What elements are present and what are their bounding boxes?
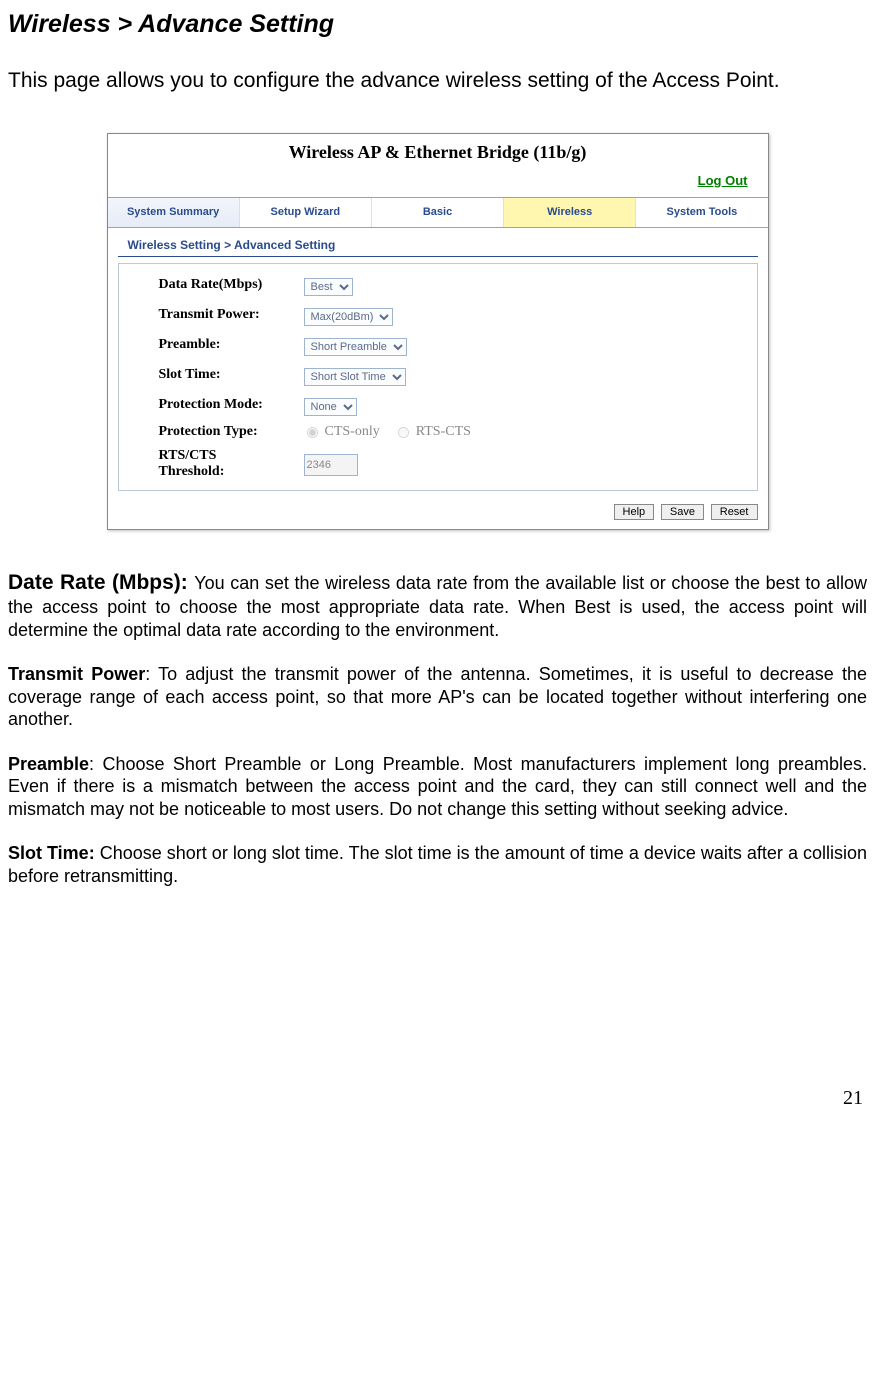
protection-mode-select[interactable]: None (304, 398, 357, 416)
preamble-select[interactable]: Short Preamble (304, 338, 407, 356)
page-title: Wireless > Advance Setting (8, 10, 867, 39)
tab-label: Wireless (547, 206, 592, 218)
breadcrumb: Wireless Setting > Advanced Setting (118, 228, 758, 257)
settings-form: Data Rate(Mbps) Best Transmit Power: Max… (118, 263, 758, 491)
config-screenshot: Wireless AP & Ethernet Bridge (11b/g) Lo… (107, 133, 769, 530)
protection-type-rts-cts-radio[interactable] (398, 427, 409, 438)
tab-label: Basic (423, 206, 452, 218)
slot-time-label: Slot Time: (159, 367, 304, 383)
nav-tabs: System Summary Setup Wizard Basic Wirele… (108, 197, 768, 228)
data-rate-label: Data Rate(Mbps) (159, 277, 304, 293)
protection-mode-label: Protection Mode: (159, 397, 304, 413)
tab-label: Setup Wizard (271, 206, 341, 218)
protection-type-cts-only-radio[interactable] (306, 427, 317, 438)
data-rate-select[interactable]: Best (304, 278, 353, 296)
tab-label: System Summary (127, 206, 219, 218)
desc-data-rate: Date Rate (Mbps): You can set the wirele… (8, 570, 867, 641)
help-button[interactable]: Help (614, 504, 655, 520)
transmit-power-label: Transmit Power: (159, 307, 304, 323)
tab-label: System Tools (667, 206, 738, 218)
desc-slot-time: Slot Time: Choose short or long slot tim… (8, 842, 867, 887)
tab-system-tools[interactable]: System Tools (636, 198, 767, 227)
tab-basic[interactable]: Basic (372, 198, 504, 227)
desc-transmit-power: Transmit Power: To adjust the transmit p… (8, 663, 867, 731)
page-number: 21 (8, 1087, 867, 1110)
tab-wireless[interactable]: Wireless (504, 198, 636, 227)
protection-type-cts-only-label: CTS-only (325, 424, 380, 440)
rts-cts-threshold-input[interactable] (304, 454, 358, 476)
preamble-label: Preamble: (159, 337, 304, 353)
reset-button[interactable]: Reset (711, 504, 758, 520)
desc-preamble: Preamble: Choose Short Preamble or Long … (8, 753, 867, 821)
protection-type-label: Protection Type: (159, 424, 304, 440)
protection-type-rts-cts-label: RTS-CTS (416, 424, 471, 440)
slot-time-select[interactable]: Short Slot Time (304, 368, 406, 386)
rts-cts-threshold-label: RTS/CTS Threshold: (159, 448, 304, 480)
tab-setup-wizard[interactable]: Setup Wizard (240, 198, 372, 227)
logout-link[interactable]: Log Out (698, 173, 748, 188)
app-title: Wireless AP & Ethernet Bridge (11b/g) (108, 134, 768, 167)
tab-system-summary[interactable]: System Summary (108, 198, 240, 227)
save-button[interactable]: Save (661, 504, 704, 520)
intro-text: This page allows you to configure the ad… (8, 69, 867, 93)
transmit-power-select[interactable]: Max(20dBm) (304, 308, 393, 326)
